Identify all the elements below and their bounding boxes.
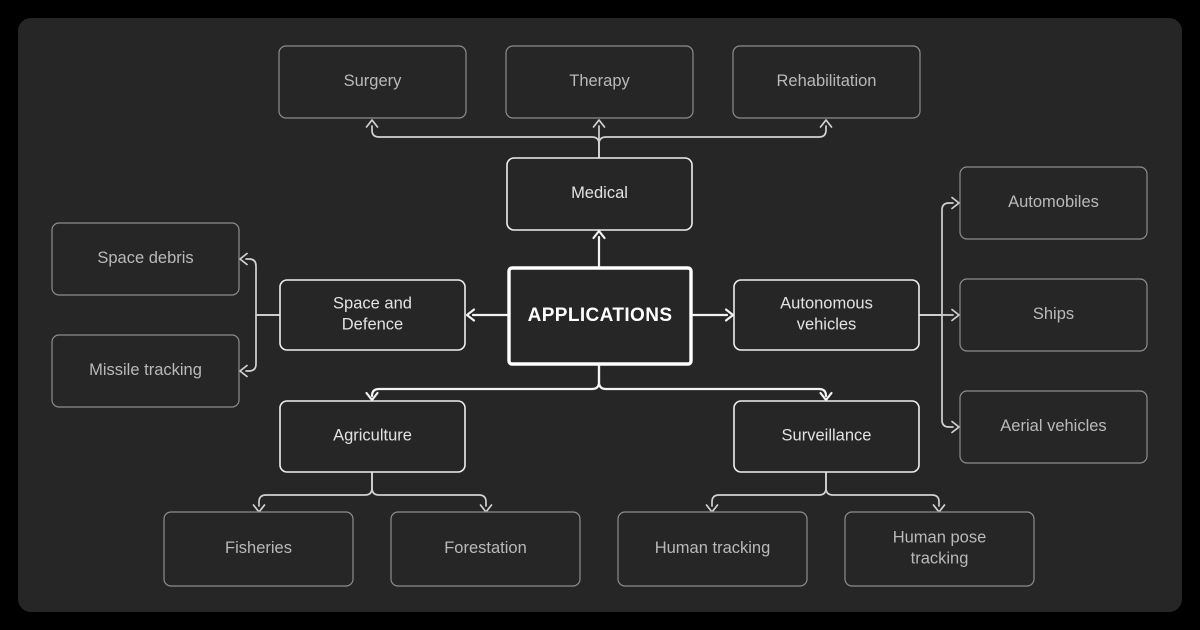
- edge-space_defence-to-missile_tracking: [239, 314, 281, 378]
- edge-agriculture-to-forestation: [371, 471, 493, 513]
- node-label-applications: APPLICATIONS: [528, 305, 673, 326]
- edge-autonomous_vehicles-to-automobiles: [917, 196, 960, 316]
- diagram-root: APPLICATIONS Medical Space and Defence Auton…: [0, 0, 1200, 630]
- node-human_tracking[interactable]: Human tracking: [617, 511, 808, 587]
- edge-applications-to-space_defence: [465, 308, 511, 322]
- node-rehabilitation[interactable]: Rehabilitation: [732, 45, 921, 119]
- edge-surveillance-to-human_pose_tracking: [825, 471, 946, 513]
- node-label-human_tracking: Human tracking: [655, 539, 771, 557]
- edge-applications-to-agriculture: [365, 362, 601, 402]
- node-fisheries[interactable]: Fisheries: [163, 511, 354, 587]
- node-ships[interactable]: Ships: [959, 278, 1148, 352]
- node-surgery[interactable]: Surgery: [278, 45, 467, 119]
- node-forestation[interactable]: Forestation: [390, 511, 581, 587]
- node-space_debris[interactable]: Space debris: [51, 222, 240, 296]
- node-therapy[interactable]: Therapy: [505, 45, 694, 119]
- node-label-surveillance: Surveillance: [782, 427, 872, 445]
- node-surveillance[interactable]: Surveillance: [733, 400, 920, 473]
- edge-surveillance-to-human_tracking: [705, 471, 827, 513]
- node-space_defence[interactable]: Space and Defence: [279, 279, 466, 351]
- node-label-therapy: Therapy: [569, 72, 630, 90]
- node-agriculture[interactable]: Agriculture: [279, 400, 466, 473]
- edge-applications-to-surveillance: [597, 362, 833, 402]
- edge-applications-to-autonomous_vehicles: [689, 308, 735, 322]
- node-automobiles[interactable]: Automobiles: [959, 166, 1148, 240]
- node-label-fisheries: Fisheries: [225, 539, 292, 557]
- node-label-medical: Medical: [571, 184, 628, 202]
- node-label-space_debris: Space debris: [97, 249, 193, 267]
- node-autonomous_vehicles[interactable]: Autonomous vehicles: [733, 279, 920, 351]
- node-label-agriculture: Agriculture: [333, 427, 412, 445]
- edge-space_defence-to-space_debris: [239, 252, 281, 316]
- node-missile_tracking[interactable]: Missile tracking: [51, 334, 240, 408]
- node-human_pose_tracking[interactable]: Human pose tracking: [844, 511, 1035, 587]
- node-aerial_vehicles[interactable]: Aerial vehicles: [959, 390, 1148, 464]
- node-medical[interactable]: Medical: [506, 157, 693, 231]
- edge-agriculture-to-fisheries: [252, 471, 373, 513]
- node-label-aerial_vehicles: Aerial vehicles: [1000, 417, 1106, 435]
- edge-autonomous_vehicles-to-aerial_vehicles: [917, 314, 960, 434]
- node-label-missile_tracking: Missile tracking: [89, 361, 202, 379]
- node-label-surgery: Surgery: [344, 72, 403, 90]
- node-applications[interactable]: APPLICATIONS: [507, 266, 693, 366]
- node-label-rehabilitation: Rehabilitation: [777, 72, 877, 90]
- node-label-forestation: Forestation: [444, 539, 527, 557]
- edge-applications-to-medical: [592, 229, 606, 270]
- node-label-ships: Ships: [1033, 305, 1074, 323]
- node-label-automobiles: Automobiles: [1008, 193, 1099, 211]
- applications-hierarchy-diagram: APPLICATIONS Medical Space and Defence Auton…: [51, 45, 1148, 587]
